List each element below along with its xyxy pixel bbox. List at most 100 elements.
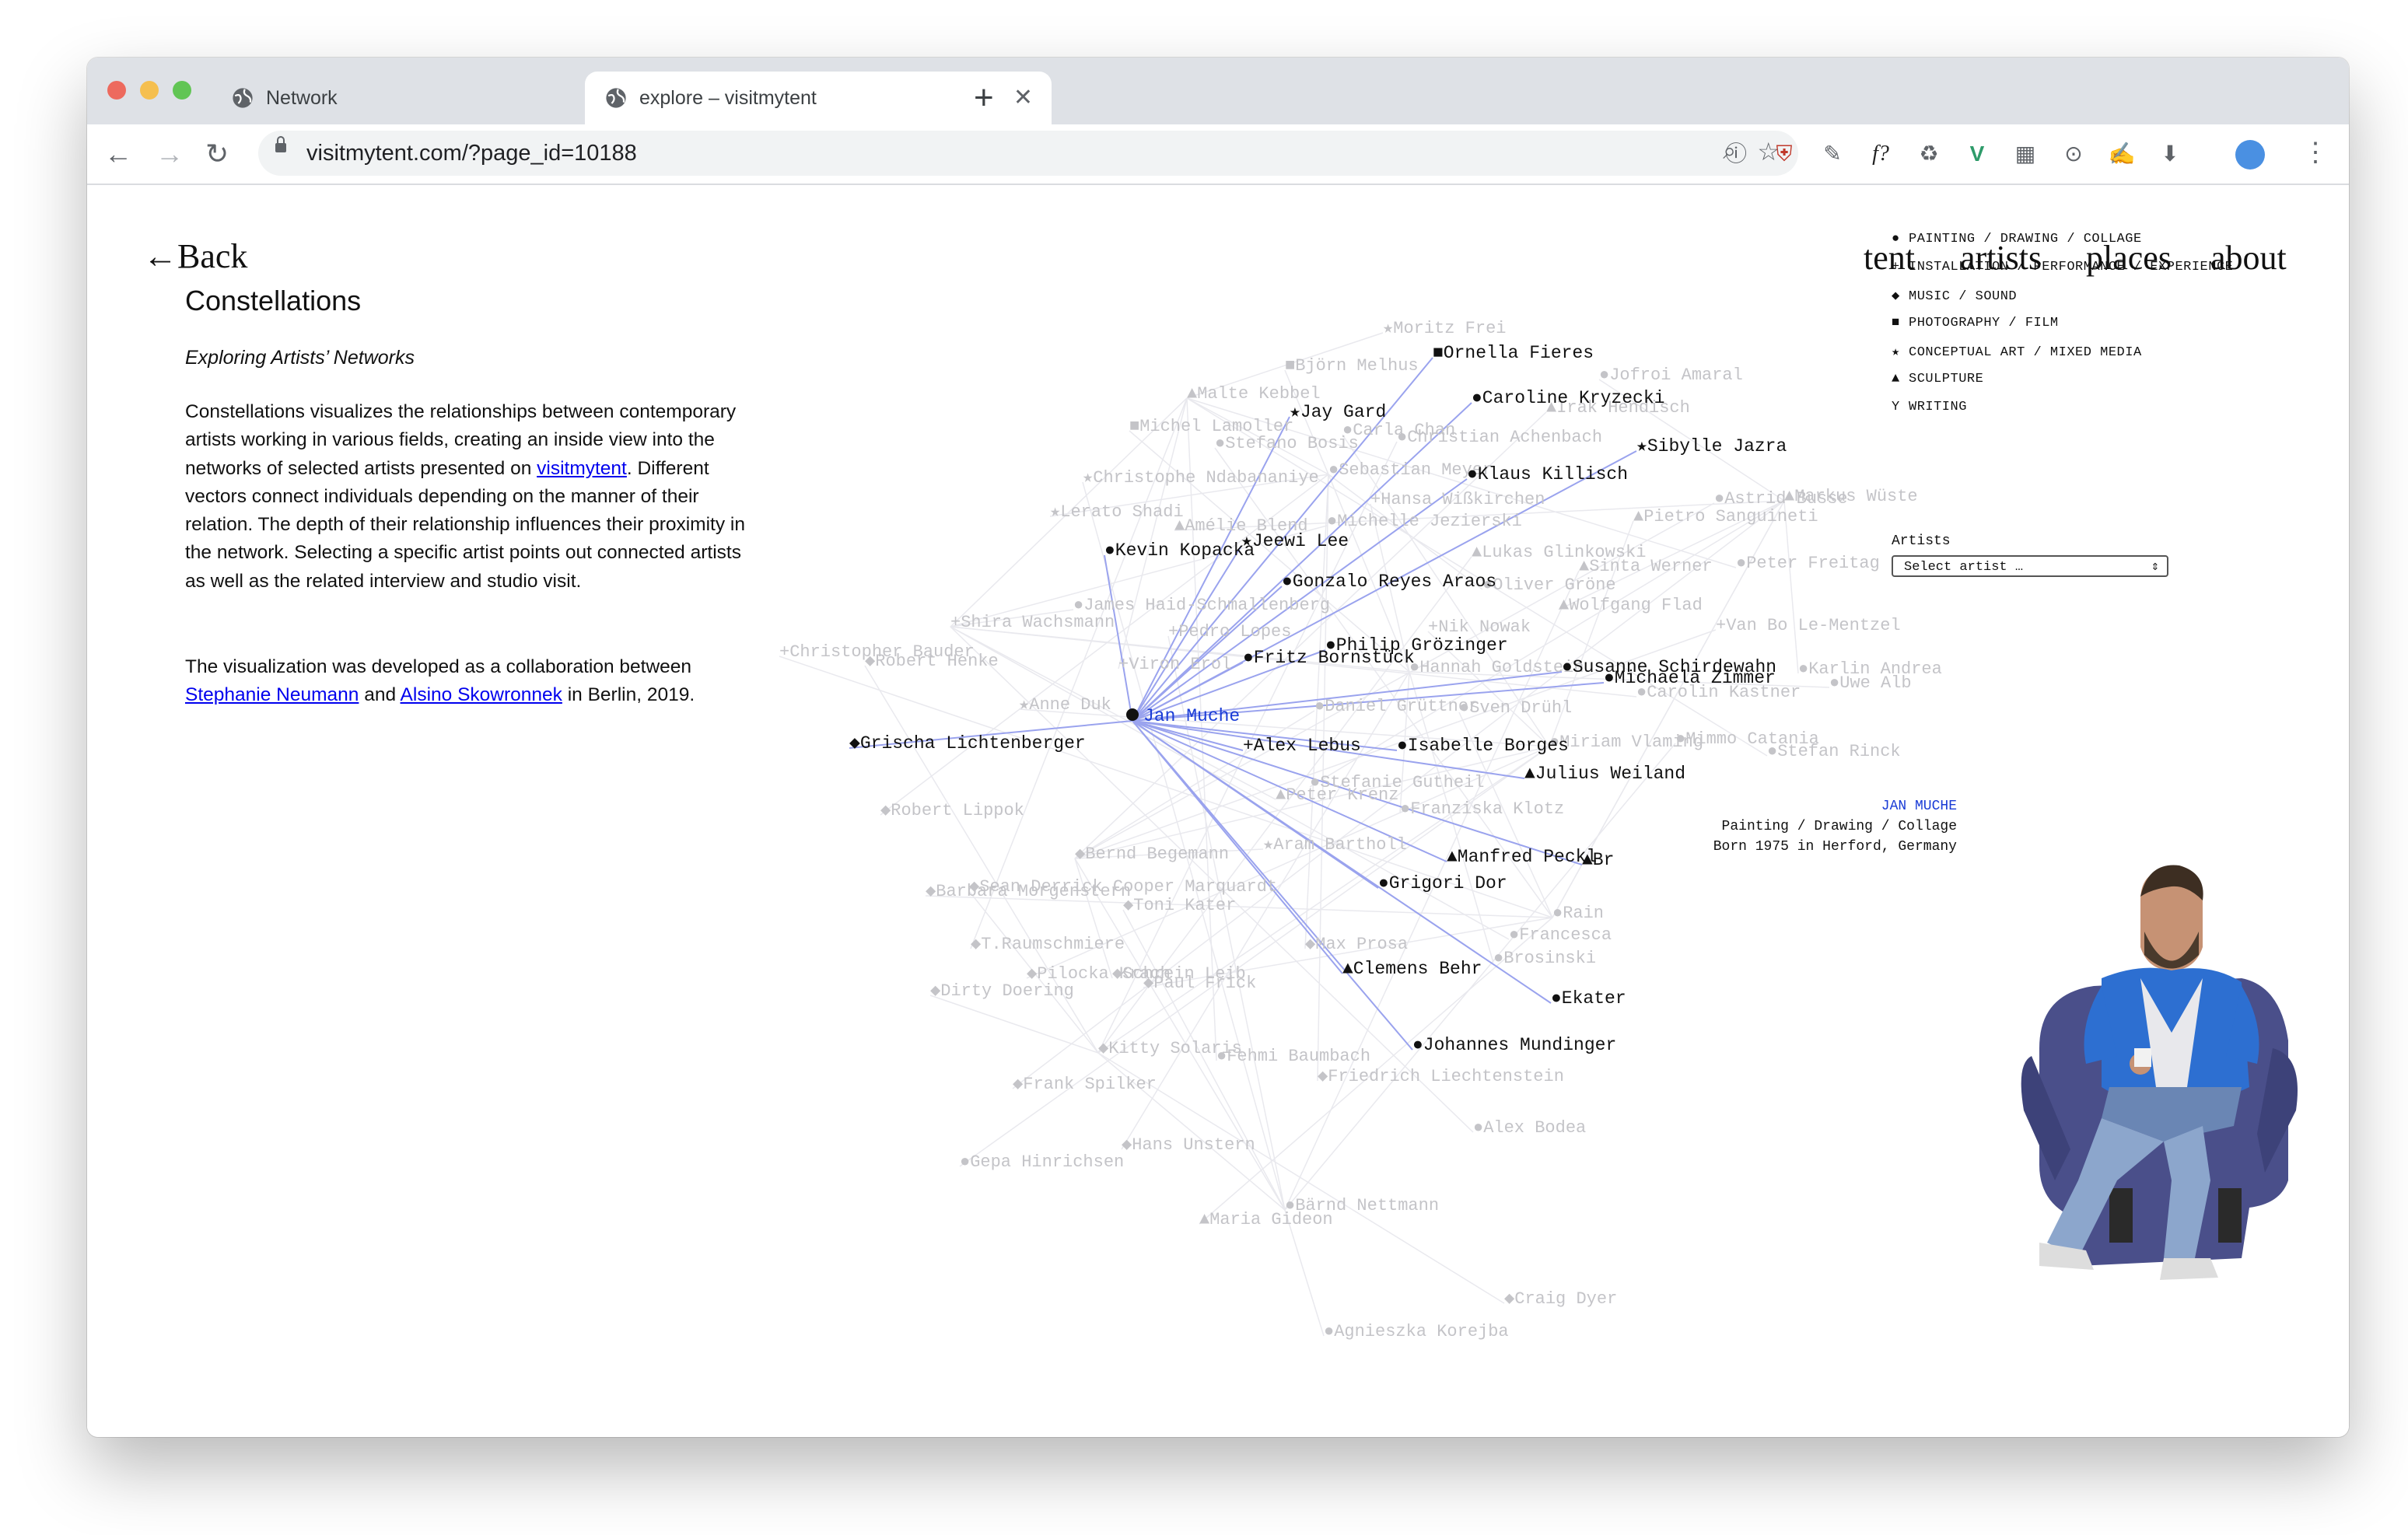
faded-artist-agnieszka-korejba[interactable]: ●Agnieszka Korejba bbox=[1324, 1322, 1509, 1341]
faded-artist-francesca[interactable]: ●Francesca bbox=[1509, 925, 1612, 945]
artist-node-alex-lebus[interactable]: +Alex Lebus bbox=[1243, 736, 1361, 756]
back-arrow-icon[interactable]: ← bbox=[104, 131, 132, 177]
artist-node-grigori-dor[interactable]: ●Grigori Dor bbox=[1378, 873, 1507, 893]
extension-code-icon[interactable]: ⊙ bbox=[2056, 137, 2091, 171]
faded-artist-aram-bartholl[interactable]: ★Aram Bartholl bbox=[1263, 835, 1407, 855]
artist-node-gonzalo-reyes-araos[interactable]: ●Gonzalo Reyes Araos bbox=[1282, 572, 1496, 592]
faded-artist-shira-wachsmann[interactable]: +Shira Wachsmann bbox=[950, 613, 1115, 632]
artist-node-jay-gard[interactable]: ★Jay Gard bbox=[1290, 402, 1386, 422]
artist-node-michaela-zimmer[interactable]: ●Michaela Zimmer bbox=[1604, 668, 1776, 688]
faded-artist-hansa-wi-kirchen[interactable]: +Hansa Wißkirchen bbox=[1370, 490, 1545, 509]
extension-info-icon[interactable]: ⓘ bbox=[1719, 137, 1753, 171]
extension-font-icon[interactable]: f? bbox=[1864, 137, 1898, 171]
faded-artist-franziska-klotz[interactable]: ●Franziska Klotz bbox=[1400, 799, 1564, 819]
faded-artist-dirty-doering[interactable]: ◆Dirty Doering bbox=[930, 981, 1074, 1001]
square-icon: ■ bbox=[1892, 316, 1900, 330]
y-icon: Y bbox=[1892, 400, 1900, 414]
faded-artist-peter-freitag[interactable]: ●Peter Freitag bbox=[1736, 554, 1880, 573]
faded-artist-friedrich-liechtenstein[interactable]: ◆Friedrich Liechtenstein bbox=[1318, 1067, 1564, 1086]
faded-artist-uwe-alb[interactable]: ●Uwe Alb bbox=[1829, 673, 1912, 693]
faded-artist-peter-krenz[interactable]: ▲Peter Krenz bbox=[1276, 785, 1398, 805]
extension-recycle-icon[interactable]: ♻ bbox=[1912, 137, 1946, 171]
artist-node-grischa-lichtenberger[interactable]: ◆Grischa Lichtenberger bbox=[849, 733, 1086, 754]
artist-node-ornella-fieres[interactable]: ■Ornella Fieres bbox=[1433, 343, 1594, 363]
faded-artist-viron-erol[interactable]: +Viron Erol bbox=[1118, 655, 1231, 674]
faded-artist-alex-bodea[interactable]: ●Alex Bodea bbox=[1473, 1118, 1586, 1138]
faded-artist-sinta-werner[interactable]: ▲Sinta Werner bbox=[1579, 557, 1713, 576]
faded-artist-michelle-jezierski[interactable]: ●Michelle Jezierski bbox=[1327, 512, 1522, 531]
extension-download-icon[interactable]: ⬇ bbox=[2153, 137, 2187, 171]
legend-item-installation-performance-experience: + INSTALLATION / PERFORMANCE / EXPERIENCE bbox=[1892, 260, 2234, 274]
faded-artist-christophe-ndabananiye[interactable]: ★Christophe Ndabananiye bbox=[1083, 468, 1319, 488]
extension-note-icon[interactable]: ✍ bbox=[2105, 137, 2139, 171]
faded-artist-daniel-gruttner[interactable]: ●Daniel Grüttner bbox=[1314, 697, 1479, 716]
faded-artist-frank-spilker[interactable]: ◆Frank Spilker bbox=[1013, 1075, 1157, 1094]
new-tab-button[interactable]: + bbox=[974, 75, 994, 121]
faded-artist-stefano-bosis[interactable]: ●Stefano Bosis bbox=[1215, 434, 1359, 453]
artist-node-fritz-bornstuck[interactable]: ●Fritz Bornstück bbox=[1243, 648, 1415, 668]
faded-artist-sven-druhl[interactable]: ●Sven Drühl bbox=[1459, 698, 1572, 718]
close-window-button[interactable] bbox=[107, 81, 126, 100]
artist-select[interactable]: Select artist … ⇕ bbox=[1892, 555, 2168, 577]
faded-artist-malte-kebbel[interactable]: ▲Malte Kebbel bbox=[1187, 384, 1321, 404]
maximize-window-button[interactable] bbox=[173, 81, 191, 100]
faded-artist-moritz-frei[interactable]: ★Moritz Frei bbox=[1383, 319, 1506, 338]
faded-artist-bjorn-melhus[interactable]: ■Björn Melhus bbox=[1285, 356, 1419, 376]
faded-artist-robert-lippok[interactable]: ◆Robert Lippok bbox=[880, 801, 1024, 820]
forward-arrow-icon[interactable]: → bbox=[156, 131, 184, 177]
lock-icon bbox=[275, 136, 286, 152]
extension-shield-icon[interactable]: ⛨ bbox=[1767, 137, 1801, 171]
artist-node-clemens-behr[interactable]: ▲Clemens Behr bbox=[1342, 959, 1482, 979]
faded-artist-pietro-sanguineti[interactable]: ▲Pietro Sanguineti bbox=[1633, 507, 1818, 526]
extension-grid-icon[interactable]: ▦ bbox=[2008, 137, 2042, 171]
faded-artist-hans-unstern[interactable]: ◆Hans Unstern bbox=[1122, 1135, 1255, 1155]
faded-artist-brosinski[interactable]: ●Brosinski bbox=[1493, 949, 1596, 968]
faded-artist-lerato-shadi[interactable]: ★Lerato Shadi bbox=[1050, 502, 1184, 522]
faded-artist-wolfgang-flad[interactable]: ▲Wolfgang Flad bbox=[1559, 596, 1703, 615]
faded-artist-christian-achenbach[interactable]: ●Christian Achenbach bbox=[1397, 428, 1602, 447]
reload-icon[interactable]: ↻ bbox=[205, 131, 229, 177]
tab-strip: Network ✕ explore – visitmytent ✕ + bbox=[87, 58, 2349, 124]
profile-avatar[interactable] bbox=[2235, 140, 2265, 170]
faded-artist-rain[interactable]: ●Rain bbox=[1552, 904, 1604, 923]
faded-artist-markus-wuste[interactable]: ▲Markus Wüste bbox=[1784, 487, 1918, 506]
faded-artist-gepa-hinrichsen[interactable]: ●Gepa Hinrichsen bbox=[960, 1152, 1124, 1172]
faded-artist-pedro-lopes[interactable]: +Pedro Lopes bbox=[1168, 622, 1291, 642]
artist-node-manfred-peckl[interactable]: ▲Manfred Peckl bbox=[1447, 847, 1597, 867]
faded-artist-fehmi-baumbach[interactable]: ●Fehmi Baumbach bbox=[1216, 1047, 1370, 1066]
artist-node-klaus-killisch[interactable]: ●Klaus Killisch bbox=[1467, 464, 1628, 484]
faded-artist-robert-henke[interactable]: ◆Robert Henke bbox=[865, 652, 999, 671]
faded-artist-jofroi-amaral[interactable]: ●Jofroi Amaral bbox=[1599, 365, 1743, 385]
close-tab-icon[interactable]: ✕ bbox=[1013, 72, 1033, 124]
faded-artist-bernd-begemann[interactable]: ◆Bernd Begemann bbox=[1075, 844, 1229, 864]
menu-dots-icon[interactable]: ⋮ bbox=[2302, 135, 2329, 170]
artist-node-br[interactable]: ▲Br bbox=[1582, 850, 1614, 870]
artist-node-jan-muche[interactable]: Jan Muche bbox=[1143, 706, 1240, 726]
faded-artist-toni-kater[interactable]: ◆Toni Kater bbox=[1123, 896, 1236, 915]
extension-vue-icon[interactable]: V bbox=[1960, 137, 1994, 171]
faded-artist-nik-nowak[interactable]: +Nik Nowak bbox=[1428, 617, 1531, 637]
artist-node-caroline-kryzecki[interactable]: ●Caroline Kryzecki bbox=[1472, 388, 1664, 408]
faded-artist-craig-dyer[interactable]: ◆Craig Dyer bbox=[1504, 1289, 1617, 1309]
faded-artist-max-prosa[interactable]: ◆Max Prosa bbox=[1305, 935, 1408, 954]
faded-artist-t-raumschmiere[interactable]: ◆T.Raumschmiere bbox=[971, 935, 1125, 954]
faded-artist-van-bo-le-mentzel[interactable]: +Van Bo Le-Mentzel bbox=[1716, 616, 1901, 635]
faded-artist-sean-derrick-cooper-marquardt[interactable]: ◆Sean Derrick Cooper Marquardt bbox=[969, 877, 1277, 897]
legend-item-writing: Y WRITING bbox=[1892, 400, 1967, 414]
artist-node-julius-weiland[interactable]: ▲Julius Weiland bbox=[1524, 764, 1685, 784]
artist-node-sibylle-jazra[interactable]: ★Sibylle Jazra bbox=[1636, 436, 1787, 456]
faded-artist-maria-gideon[interactable]: ▲Maria Gideon bbox=[1199, 1210, 1333, 1229]
faded-artist-stefan-rinck[interactable]: ●Stefan Rinck bbox=[1767, 742, 1901, 761]
artist-node-jeewi-lee[interactable]: ★Jeewi Lee bbox=[1241, 531, 1349, 551]
faded-artist-oliver-grone[interactable]: ●Oliver Gröne bbox=[1482, 575, 1616, 595]
minimize-window-button[interactable] bbox=[140, 81, 159, 100]
artist-node-johannes-mundinger[interactable]: ●Johannes Mundinger bbox=[1412, 1035, 1616, 1055]
extension-dropper-icon[interactable]: ✎ bbox=[1815, 137, 1850, 171]
faded-artist-anne-duk[interactable]: ★Anne Duk bbox=[1019, 695, 1111, 715]
address-bar[interactable]: visitmytent.com/?page_id=10188 ⌕ ☆ bbox=[258, 131, 1798, 176]
artist-node-kevin-kopacka[interactable]: ●Kevin Kopacka bbox=[1104, 540, 1255, 561]
artist-node-isabelle-borges[interactable]: ●Isabelle Borges bbox=[1397, 736, 1569, 756]
faded-artist-paul-frick[interactable]: ◆Paul Frick bbox=[1143, 974, 1256, 993]
artist-node-ekater[interactable]: ●Ekater bbox=[1551, 988, 1626, 1009]
faded-artist-hannah-goldstein[interactable]: ●Hannah Goldstein bbox=[1409, 658, 1584, 677]
